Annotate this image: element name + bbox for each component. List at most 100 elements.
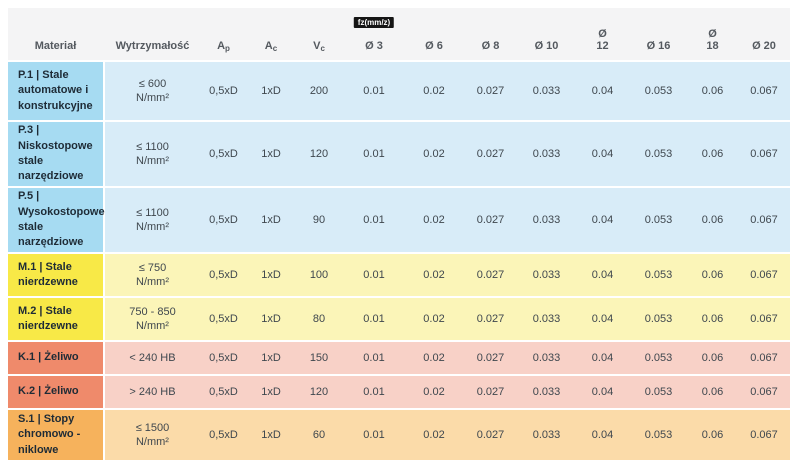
fz-cell-d8: 0.027 (463, 410, 518, 460)
vc-cell: 100 (295, 254, 343, 296)
fz-cell-d8: 0.027 (463, 188, 518, 252)
ap-cell: 0,5xD (200, 376, 247, 408)
header-cell-d18: Ø 18 (687, 8, 738, 60)
header-cell-ac: Ac (247, 8, 295, 60)
row-values: 750 - 850 N/mm² 0,5xD 1xD 80 0.01 0.02 0… (105, 298, 790, 340)
fz-cell-d10: 0.033 (518, 254, 575, 296)
table-body: P.1 | Stale automatowe i konstrukcyjne ≤… (8, 62, 790, 460)
row-values: ≤ 750 N/mm² 0,5xD 1xD 100 0.01 0.02 0.02… (105, 254, 790, 296)
fz-cell-d8: 0.027 (463, 62, 518, 120)
ac-cell: 1xD (247, 62, 295, 120)
ac-cell: 1xD (247, 376, 295, 408)
row-values: ≤ 1500 N/mm² 0,5xD 1xD 60 0.01 0.02 0.02… (105, 410, 790, 460)
ap-cell: 0,5xD (200, 122, 247, 186)
table-row: M.2 | Stale nierdzewne 750 - 850 N/mm² 0… (8, 298, 790, 340)
fz-cell-d6: 0.02 (405, 62, 463, 120)
header-cell-ap: Ap (200, 8, 247, 60)
fz-cell-d18: 0.06 (687, 342, 738, 374)
fz-cell-d16: 0.053 (630, 376, 687, 408)
fz-cell-d16: 0.053 (630, 122, 687, 186)
ac-cell: 1xD (247, 188, 295, 252)
strength-cell: ≤ 1100 N/mm² (105, 122, 200, 186)
material-cell: P.5 | Wysokostopowe stale narzędziowe (8, 188, 103, 252)
fz-cell-d6: 0.02 (405, 376, 463, 408)
fz-cell-d10: 0.033 (518, 188, 575, 252)
fz-cell-d8: 0.027 (463, 254, 518, 296)
ac-cell: 1xD (247, 410, 295, 460)
d3-label: Ø 3 (365, 40, 383, 53)
vc-cell: 90 (295, 188, 343, 252)
fz-cell-d16: 0.053 (630, 410, 687, 460)
strength-cell: 750 - 850 N/mm² (105, 298, 200, 340)
ac-cell: 1xD (247, 254, 295, 296)
vc-cell: 120 (295, 376, 343, 408)
vc-cell: 120 (295, 122, 343, 186)
fz-cell-d10: 0.033 (518, 342, 575, 374)
header-cell-d8: Ø 8 (463, 8, 518, 60)
header-cell-d20: Ø 20 (738, 8, 790, 60)
fz-cell-d16: 0.053 (630, 254, 687, 296)
fz-cell-d8: 0.027 (463, 376, 518, 408)
material-cell: P.3 | Niskostopowe stale narzędziowe (8, 122, 103, 186)
row-values: ≤ 600 N/mm² 0,5xD 1xD 200 0.01 0.02 0.02… (105, 62, 790, 120)
fz-cell-d6: 0.02 (405, 254, 463, 296)
table-row: P.3 | Niskostopowe stale narzędziowe ≤ 1… (8, 122, 790, 186)
fz-cell-d6: 0.02 (405, 342, 463, 374)
fz-unit-badge: fz(mm/z) (354, 17, 394, 28)
fz-cell-d18: 0.06 (687, 298, 738, 340)
fz-cell-d16: 0.053 (630, 62, 687, 120)
table-row: M.1 | Stale nierdzewne ≤ 750 N/mm² 0,5xD… (8, 254, 790, 296)
vc-cell: 80 (295, 298, 343, 340)
fz-cell-d10: 0.033 (518, 62, 575, 120)
fz-cell-d20: 0.067 (738, 254, 790, 296)
strength-cell: ≤ 1500 N/mm² (105, 410, 200, 460)
strength-cell: ≤ 750 N/mm² (105, 254, 200, 296)
ac-cell: 1xD (247, 122, 295, 186)
table-header: Materiał Wytrzymałość Ap Ac Vc fz(mm/z) … (8, 8, 790, 60)
strength-cell: ≤ 1100 N/mm² (105, 188, 200, 252)
ac-subscript: c (273, 45, 277, 53)
table-row: P.5 | Wysokostopowe stale narzędziowe ≤ … (8, 188, 790, 252)
fz-cell-d20: 0.067 (738, 188, 790, 252)
ap-cell: 0,5xD (200, 410, 247, 460)
fz-cell-d10: 0.033 (518, 410, 575, 460)
material-cell: S.1 | Stopy chromowo - niklowe (8, 410, 103, 460)
fz-cell-d16: 0.053 (630, 298, 687, 340)
ac-symbol: A (265, 40, 273, 53)
vc-cell: 60 (295, 410, 343, 460)
fz-cell-d3: 0.01 (343, 376, 405, 408)
fz-cell-d12: 0.04 (575, 188, 630, 252)
ap-subscript: p (225, 45, 230, 53)
header-cell-strength: Wytrzymałość (105, 8, 200, 60)
fz-cell-d12: 0.04 (575, 410, 630, 460)
fz-cell-d8: 0.027 (463, 122, 518, 186)
header-cell-d10: Ø 10 (518, 8, 575, 60)
table-row: K.2 | Żeliwo > 240 HB 0,5xD 1xD 120 0.01… (8, 376, 790, 408)
fz-cell-d3: 0.01 (343, 122, 405, 186)
page: Materiał Wytrzymałość Ap Ac Vc fz(mm/z) … (0, 0, 800, 467)
ap-symbol: A (217, 40, 225, 53)
table-row: S.1 | Stopy chromowo - niklowe ≤ 1500 N/… (8, 410, 790, 460)
fz-cell-d20: 0.067 (738, 410, 790, 460)
header-cell-d12: Ø 12 (575, 8, 630, 60)
fz-cell-d3: 0.01 (343, 62, 405, 120)
header-cell-d3: fz(mm/z) Ø 3 (343, 8, 405, 60)
fz-cell-d12: 0.04 (575, 342, 630, 374)
strength-cell: > 240 HB (105, 376, 200, 408)
table-row: P.1 | Stale automatowe i konstrukcyjne ≤… (8, 62, 790, 120)
fz-cell-d12: 0.04 (575, 254, 630, 296)
row-values: ≤ 1100 N/mm² 0,5xD 1xD 120 0.01 0.02 0.0… (105, 122, 790, 186)
fz-cell-d18: 0.06 (687, 62, 738, 120)
material-cell: M.2 | Stale nierdzewne (8, 298, 103, 340)
fz-cell-d6: 0.02 (405, 298, 463, 340)
material-cell: K.1 | Żeliwo (8, 342, 103, 374)
fz-cell-d16: 0.053 (630, 188, 687, 252)
header-cell-material: Materiał (8, 8, 103, 60)
fz-cell-d12: 0.04 (575, 62, 630, 120)
header-cell-d6: Ø 6 (405, 8, 463, 60)
fz-cell-d18: 0.06 (687, 122, 738, 186)
table-row: K.1 | Żeliwo < 240 HB 0,5xD 1xD 150 0.01… (8, 342, 790, 374)
header-cell-d16: Ø 16 (630, 8, 687, 60)
fz-cell-d12: 0.04 (575, 122, 630, 186)
ac-cell: 1xD (247, 298, 295, 340)
